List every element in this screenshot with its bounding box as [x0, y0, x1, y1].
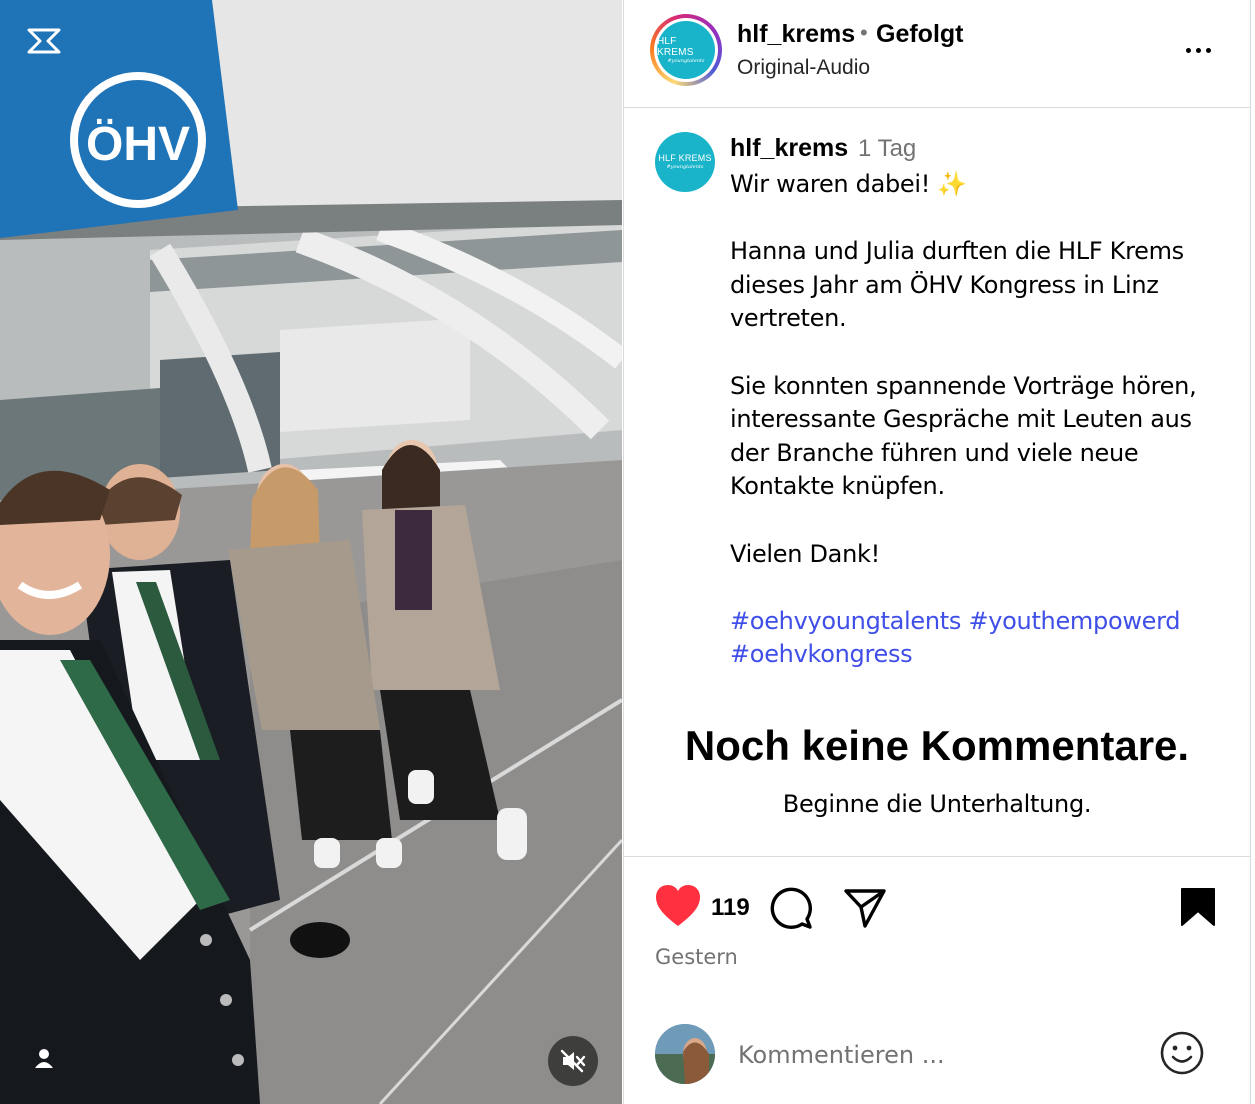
no-comments-subtitle: Beginne die Unterhaltung. [782, 790, 1092, 818]
caption-paragraph-3: Vielen Dank! [730, 539, 880, 568]
comment-icon[interactable] [768, 885, 814, 931]
following-button[interactable]: Gefolgt [876, 20, 964, 49]
profile-avatar: HLF KREMS #youngtalents [657, 21, 715, 79]
banner-logo-text: ÖHV [86, 118, 190, 171]
profile-avatar-story-ring[interactable]: HLF KREMS #youngtalents [650, 14, 722, 86]
header-username-link[interactable]: hlf_krems [737, 20, 855, 49]
caption-text: Wir waren dabei! ✨ Hanna und Julia durft… [730, 168, 1230, 672]
share-icon[interactable] [842, 885, 888, 931]
caption-timestamp[interactable]: 1 Tag [858, 135, 916, 163]
caption-line-1: Wir waren dabei! ✨ [730, 170, 967, 198]
speaker-muted-icon[interactable] [548, 1036, 598, 1086]
caption-paragraph-1: Hanna und Julia durften die HLF Krems di… [730, 237, 1184, 333]
hashtag-link[interactable]: #oehvkongress [730, 640, 913, 668]
user-tag-icon[interactable] [24, 1038, 64, 1078]
no-comments-title: Noch keine Kommentare. [684, 722, 1190, 769]
post-detail-panel: HLF KREMS #youngtalents hlf_krems • Gefo… [623, 0, 1251, 1104]
comment-input[interactable] [738, 1036, 1148, 1074]
capcut-logo-icon [27, 28, 61, 54]
bookmark-filled-icon[interactable] [1176, 885, 1220, 929]
smiley-icon[interactable] [1159, 1030, 1205, 1076]
action-bar: 119 Gestern [624, 856, 1250, 988]
more-options-icon[interactable] [1178, 36, 1218, 64]
post-header: HLF KREMS #youngtalents hlf_krems • Gefo… [624, 0, 1250, 108]
heart-filled-icon[interactable] [653, 883, 703, 929]
comment-bar [624, 1010, 1250, 1104]
caption-paragraph-2: Sie konnten spannende Vorträge hören, in… [730, 371, 1197, 501]
header-separator: • [860, 20, 868, 45]
post-date[interactable]: Gestern [655, 945, 738, 969]
hashtag-link[interactable]: #oehvyoungtalents [730, 607, 961, 635]
original-audio-link[interactable]: Original-Audio [737, 56, 870, 80]
caption-hashtags: #oehvyoungtalents #youthempowerd #oehvko… [730, 605, 1230, 672]
caption-username-link[interactable]: hlf_krems [730, 134, 848, 163]
current-user-avatar[interactable] [655, 1024, 715, 1084]
post-media[interactable]: ÖHV [0, 0, 622, 1104]
like-count[interactable]: 119 [711, 894, 750, 922]
video-frame: ÖHV [0, 0, 622, 1104]
caption-avatar[interactable]: HLF KREMS #youngtalents [655, 132, 715, 192]
hashtag-link[interactable]: #youthempowerd [968, 607, 1180, 635]
